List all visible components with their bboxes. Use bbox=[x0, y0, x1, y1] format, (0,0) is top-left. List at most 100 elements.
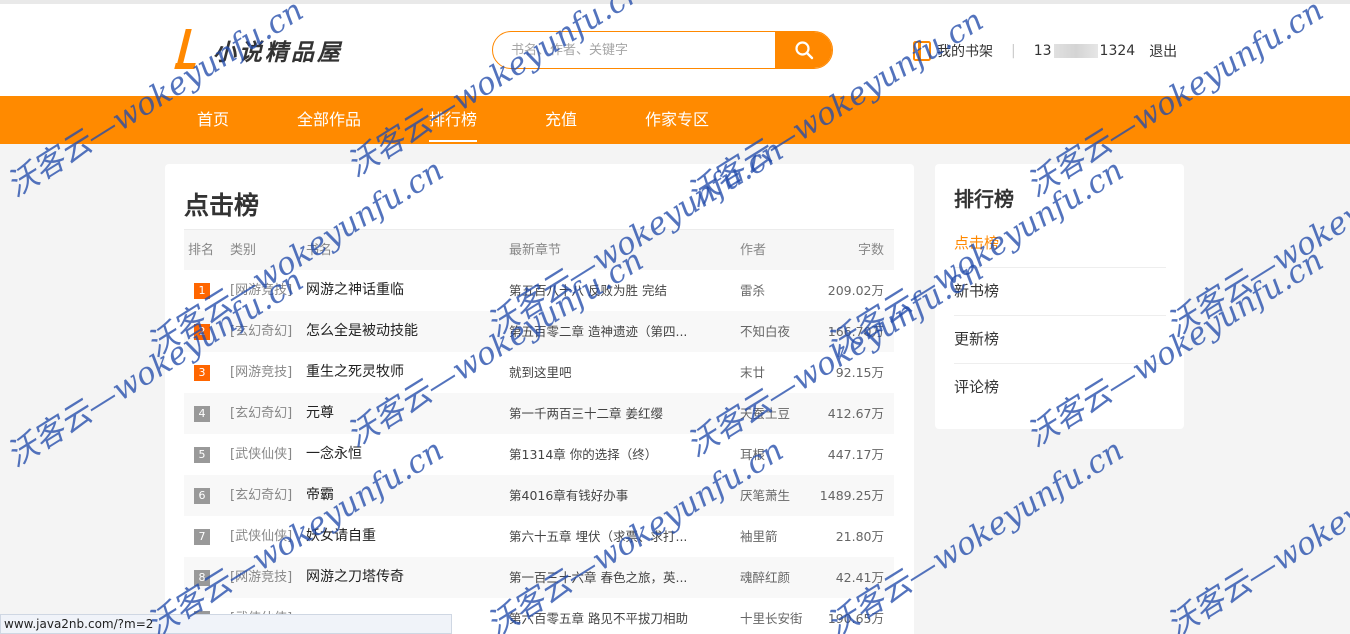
latest-chapter-link[interactable]: 第五百八十八 反败为胜 完结 bbox=[509, 270, 667, 311]
word-count: 42.41万 bbox=[835, 570, 884, 585]
book-author: 耳根 bbox=[740, 447, 766, 462]
rank-badge: 4 bbox=[194, 406, 210, 422]
book-author: 雷杀 bbox=[740, 283, 766, 298]
book-category[interactable]: [玄幻奇幻] bbox=[230, 393, 292, 434]
word-count: 190.65万 bbox=[827, 611, 884, 626]
book-category[interactable]: [武侠仙侠] bbox=[230, 434, 292, 475]
sidebar-item-click[interactable]: 点击榜 bbox=[954, 220, 1166, 268]
ranking-sidebar: 排行榜 点击榜 新书榜 更新榜 评论榜 bbox=[935, 164, 1184, 429]
user-area: 我的书架 | 13 1324 退出 bbox=[913, 40, 1177, 62]
word-count: 21.80万 bbox=[835, 529, 884, 544]
word-count: 209.02万 bbox=[827, 283, 884, 298]
rank-badge: 2 bbox=[194, 324, 210, 340]
latest-chapter-link[interactable]: 第1314章 你的选择（终） bbox=[509, 434, 657, 475]
col-words: 字数 bbox=[857, 243, 884, 258]
sidebar-list: 点击榜 新书榜 更新榜 评论榜 bbox=[954, 220, 1166, 412]
table-row: 4 [玄幻奇幻] 元尊 第一千两百三十二章 姜红缨 天蚕土豆 412.67万 bbox=[184, 393, 894, 434]
nav-all-works[interactable]: 全部作品 bbox=[297, 96, 361, 144]
search-icon bbox=[794, 41, 813, 60]
book-author: 魂醉红颜 bbox=[740, 570, 791, 585]
table-row: 5 [武侠仙侠] 一念永恒 第1314章 你的选择（终） 耳根 447.17万 bbox=[184, 434, 894, 475]
latest-chapter-link[interactable]: 第六十五章 埋伏（求票、求打... bbox=[509, 516, 687, 557]
table-row: 6 [玄幻奇幻] 帝霸 第4016章有钱好办事 厌笔萧生 1489.25万 bbox=[184, 475, 894, 516]
search-input[interactable] bbox=[493, 32, 776, 68]
book-title-link[interactable]: 一念永恒 bbox=[306, 434, 362, 475]
rank-badge: 7 bbox=[194, 529, 210, 545]
book-author: 不知白夜 bbox=[740, 324, 791, 339]
sidebar-item-comment[interactable]: 评论榜 bbox=[954, 364, 1166, 412]
search-box bbox=[492, 31, 833, 69]
site-logo[interactable]: 小说精品屋 bbox=[173, 28, 343, 72]
bookshelf-icon bbox=[913, 41, 931, 61]
phone-mask bbox=[1053, 44, 1098, 58]
user-phone[interactable]: 13 1324 bbox=[1034, 43, 1135, 59]
watermark-text: 沃客云—wokeyunfu.cn bbox=[1160, 132, 1350, 345]
col-category: 类别 bbox=[230, 243, 257, 258]
main-nav: 首页 全部作品 排行榜 充值 作家专区 bbox=[0, 96, 1350, 144]
table-header: 排名 类别 书名 最新章节 作者 字数 bbox=[184, 229, 894, 270]
phone-suffix: 1324 bbox=[1099, 43, 1136, 59]
book-category[interactable]: [网游竞技] bbox=[230, 270, 292, 311]
table-row: 7 [武侠仙侠] 妖女请自重 第六十五章 埋伏（求票、求打... 袖里箭 21.80万 bbox=[184, 516, 894, 557]
bookshelf-link[interactable]: 我的书架 bbox=[937, 41, 993, 61]
word-count: 166.70万 bbox=[827, 324, 884, 339]
divider: | bbox=[1011, 43, 1016, 59]
book-title-link[interactable]: 重生之死灵牧师 bbox=[306, 352, 404, 393]
table-row: 3 [网游竞技] 重生之死灵牧师 就到这里吧 末廿 92.15万 bbox=[184, 352, 894, 393]
page-title: 点击榜 bbox=[184, 191, 260, 220]
nav-recharge[interactable]: 充值 bbox=[545, 96, 577, 144]
word-count: 1489.25万 bbox=[819, 488, 884, 503]
table-row: 1 [网游竞技] 网游之神话重临 第五百八十八 反败为胜 完结 雷杀 209.02万 bbox=[184, 270, 894, 311]
word-count: 92.15万 bbox=[835, 365, 884, 380]
table-row: 2 [玄幻奇幻] 怎么全是被动技能 第五百零二章 造神遗迹（第四... 不知白夜 166.… bbox=[184, 311, 894, 352]
book-author: 天蚕土豆 bbox=[740, 406, 791, 421]
phone-prefix: 13 bbox=[1033, 43, 1052, 59]
rank-badge: 8 bbox=[194, 570, 210, 586]
book-author: 厌笔萧生 bbox=[740, 488, 791, 503]
latest-chapter-link[interactable]: 第一百三十六章 春色之旅，英... bbox=[509, 557, 687, 598]
book-title-link[interactable]: 网游之刀塔传奇 bbox=[306, 557, 404, 598]
book-title-link[interactable]: 怎么全是被动技能 bbox=[306, 311, 418, 352]
latest-chapter-link[interactable]: 第4016章有钱好办事 bbox=[509, 475, 628, 516]
site-header: 小说精品屋 我的书架 | 13 1324 退出 bbox=[0, 4, 1350, 96]
latest-chapter-link[interactable]: 第一千两百三十二章 姜红缨 bbox=[509, 393, 663, 434]
book-author: 末廿 bbox=[740, 365, 766, 380]
book-category[interactable]: [玄幻奇幻] bbox=[230, 311, 292, 352]
rank-badge: 1 bbox=[194, 283, 210, 299]
latest-chapter-link[interactable]: 就到这里吧 bbox=[509, 352, 572, 393]
logout-link[interactable]: 退出 bbox=[1149, 41, 1177, 61]
book-category[interactable]: [玄幻奇幻] bbox=[230, 475, 292, 516]
search-button[interactable] bbox=[775, 32, 832, 68]
book-author: 十里长安街 bbox=[740, 611, 803, 626]
sidebar-item-update[interactable]: 更新榜 bbox=[954, 316, 1166, 364]
book-title-link[interactable]: 元尊 bbox=[306, 393, 334, 434]
rank-badge: 6 bbox=[194, 488, 210, 504]
nav-home[interactable]: 首页 bbox=[197, 96, 229, 144]
ranking-panel: 点击榜 排名 类别 书名 最新章节 作者 字数 1 [网游竞技] 网游之神话重临 第五… bbox=[165, 164, 914, 634]
table-body: 1 [网游竞技] 网游之神话重临 第五百八十八 反败为胜 完结 雷杀 209.02万 2 [玄… bbox=[184, 270, 894, 634]
nav-ranking[interactable]: 排行榜 bbox=[429, 96, 478, 144]
col-rank: 排名 bbox=[188, 243, 215, 258]
col-author: 作者 bbox=[740, 243, 767, 258]
book-category[interactable]: [网游竞技] bbox=[230, 557, 292, 598]
logo-mark-icon bbox=[173, 29, 199, 71]
latest-chapter-link[interactable]: 第五百零二章 造神遗迹（第四... bbox=[509, 311, 687, 352]
rank-badge: 5 bbox=[194, 447, 210, 463]
book-category[interactable]: [网游竞技] bbox=[230, 352, 292, 393]
ranking-table: 排名 类别 书名 最新章节 作者 字数 1 [网游竞技] 网游之神话重临 第五百八十八… bbox=[184, 229, 894, 634]
watermark-text: 沃客云—wokeyunfu.cn bbox=[1160, 432, 1350, 634]
sidebar-item-new[interactable]: 新书榜 bbox=[954, 268, 1166, 316]
word-count: 447.17万 bbox=[827, 447, 884, 462]
word-count: 412.67万 bbox=[827, 406, 884, 421]
status-bar-url: www.java2nb.com/?m=2 bbox=[0, 614, 452, 634]
book-author: 袖里箭 bbox=[740, 529, 778, 544]
rank-badge: 3 bbox=[194, 365, 210, 381]
nav-author-zone[interactable]: 作家专区 bbox=[645, 96, 709, 144]
book-title-link[interactable]: 妖女请自重 bbox=[306, 516, 376, 557]
latest-chapter-link[interactable]: 第六百零五章 路见不平拔刀相助 bbox=[509, 598, 688, 634]
book-category[interactable]: [武侠仙侠] bbox=[230, 516, 292, 557]
col-chapter: 最新章节 bbox=[509, 243, 562, 258]
book-title-link[interactable]: 帝霸 bbox=[306, 475, 334, 516]
book-title-link[interactable]: 网游之神话重临 bbox=[306, 270, 404, 311]
table-row: 8 [网游竞技] 网游之刀塔传奇 第一百三十六章 春色之旅，英... 魂醉红颜 42.41… bbox=[184, 557, 894, 598]
